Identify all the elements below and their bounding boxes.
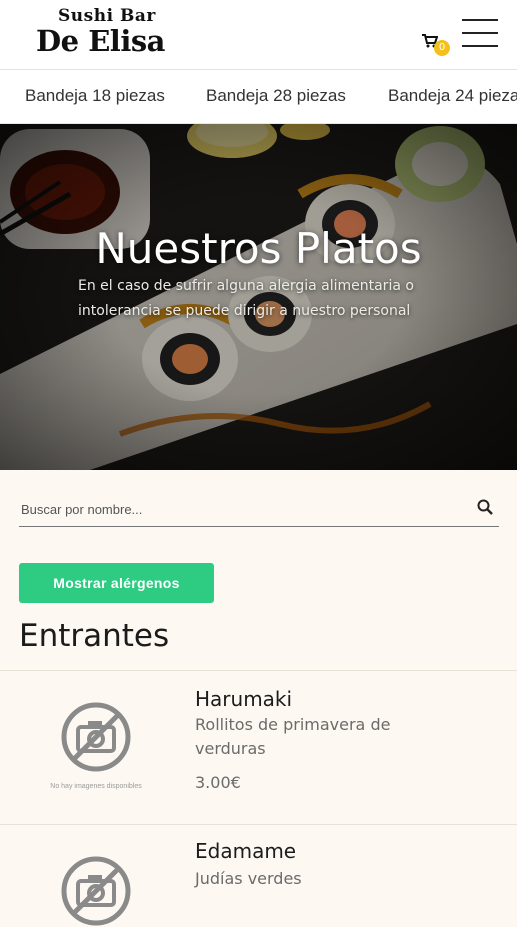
show-allergens-button[interactable]: Mostrar alérgenos [19, 563, 214, 603]
product-description: Judías verdes [195, 869, 302, 888]
brand-logo-line1: Sushi Bar [58, 6, 156, 26]
search-bar [19, 494, 499, 527]
cart-button[interactable]: 0 [422, 32, 454, 60]
product-name: Harumaki [195, 687, 293, 711]
brand-logo-line2: De Elisa [36, 24, 165, 58]
product-card-harumaki[interactable]: No hay imagenes disponibles Harumaki Rol… [0, 670, 517, 824]
cart-count-badge: 0 [434, 40, 450, 56]
search-icon[interactable] [477, 499, 493, 515]
no-image-camera-icon [61, 702, 131, 772]
hero-subtitle: En el caso de sufrir alguna alergia alim… [78, 278, 414, 319]
no-image-text: No hay imagenes disponibles [50, 783, 142, 790]
product-price: 3.00€ [195, 773, 241, 792]
section-title: Entrantes [19, 618, 170, 654]
no-image-camera-icon [61, 856, 131, 926]
category-tabs: Bandeja 18 piezas Bandeja 28 piezas Band… [0, 70, 517, 124]
header-bar: Sushi Bar De Elisa 0 [0, 0, 517, 70]
product-card-edamame[interactable]: Edamame Judías verdes [0, 824, 517, 926]
product-description: Rollitos de primavera de verduras [195, 715, 391, 758]
tab-bandeja-24[interactable]: Bandeja 24 piezas [388, 86, 517, 106]
product-image-placeholder: No hay imagenes disponibles [0, 671, 192, 825]
tab-bandeja-28[interactable]: Bandeja 28 piezas [206, 86, 346, 106]
product-image-placeholder [0, 825, 192, 926]
search-input[interactable] [19, 498, 463, 520]
hero-title: Nuestros Platos [95, 224, 422, 273]
hamburger-menu-icon[interactable] [460, 16, 500, 50]
hero-banner: Nuestros Platos En el caso de sufrir alg… [0, 124, 517, 470]
product-name: Edamame [195, 839, 297, 863]
brand-logo[interactable]: Sushi Bar De Elisa [34, 6, 194, 62]
tab-bandeja-18[interactable]: Bandeja 18 piezas [25, 86, 165, 106]
